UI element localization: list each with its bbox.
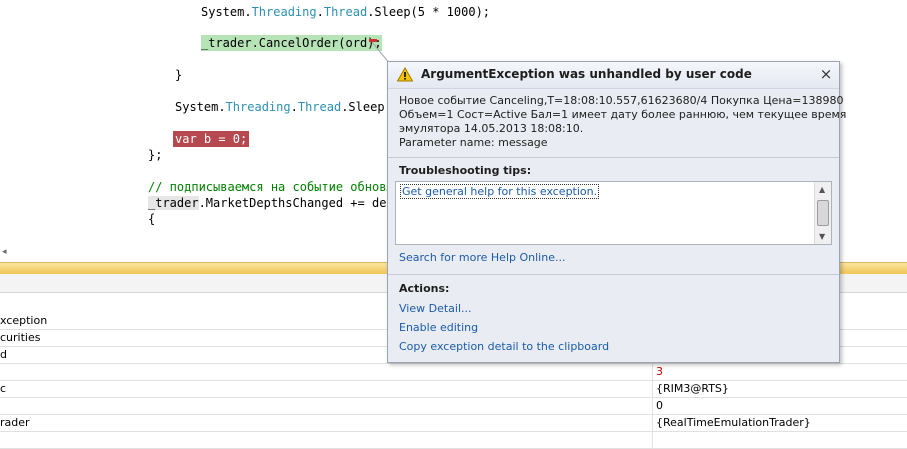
locals-row-value: {RealTimeEmulationTrader}: [656, 416, 811, 429]
scrollbar-thumb[interactable]: [817, 200, 829, 226]
column-separator: [652, 414, 653, 431]
view-detail-link[interactable]: View Detail...: [399, 302, 472, 315]
locals-row[interactable]: rader {RealTimeEmulationTrader}: [0, 414, 907, 432]
code-line-sleep-5000: System.Threading.Thread.Sleep(5 * 1000);: [201, 5, 491, 19]
exception-assistant-dialog: ArgumentException was unhandled by user …: [387, 61, 847, 363]
locals-row[interactable]: [0, 431, 907, 449]
troubleshooting-title: Troubleshooting tips:: [399, 164, 532, 177]
code-line-comment: // подписываемся на событие обновле: [148, 180, 401, 194]
locals-row-value: {RIM3@RTS}: [656, 382, 729, 395]
locals-row-name: c: [0, 382, 7, 395]
exception-message: Новое событие Canceling,T=18:08:10.557,6…: [399, 94, 847, 150]
horizontal-scroll-left-icon[interactable]: ◂: [2, 247, 7, 257]
divider: [388, 274, 839, 275]
actions-title: Actions:: [399, 282, 450, 295]
locals-row-value: 0: [656, 399, 663, 412]
locals-row[interactable]: c {RIM3@RTS}: [0, 380, 907, 398]
column-separator: [652, 431, 653, 448]
locals-row[interactable]: 3: [0, 363, 907, 381]
message-line: Parameter name: message: [399, 136, 548, 149]
code-line-open-brace: {: [148, 212, 156, 226]
code-line-market-depths: _trader.MarketDepthsChanged += dept: [148, 196, 401, 210]
close-button[interactable]: ×: [818, 65, 834, 83]
locals-row[interactable]: 0: [0, 397, 907, 415]
scroll-down-icon[interactable]: ▼: [819, 232, 825, 241]
locals-row-value: 3: [656, 365, 663, 378]
message-line: эмулятора 14.05.2013 18:08:10.: [399, 122, 584, 135]
exception-title-bar: ArgumentException was unhandled by user …: [388, 62, 839, 89]
message-line: Новое событие Canceling,T=18:08:10.557,6…: [399, 94, 844, 107]
warning-icon: [397, 67, 413, 82]
scroll-up-icon[interactable]: ▲: [819, 185, 825, 194]
locals-row-name: d: [0, 348, 7, 361]
code-line-sleep: System.Threading.Thread.Sleep(1: [175, 100, 399, 114]
code-line-close-brace-semicolon: };: [148, 148, 163, 162]
copy-exception-detail-link[interactable]: Copy exception detail to the clipboard: [399, 340, 609, 353]
locals-row-name: rader: [0, 416, 30, 429]
locals-row-name: xception: [0, 314, 48, 327]
divider: [388, 157, 839, 158]
exception-title: ArgumentException was unhandled by user …: [421, 67, 752, 81]
code-line-var-b: var b = 0;: [173, 131, 250, 147]
code-line-cancel-order: _trader.CancelOrder(ord);: [201, 35, 382, 51]
tips-scrollbar[interactable]: ▲ ▼: [814, 182, 831, 244]
column-separator: [652, 397, 653, 414]
message-line: Объем=1 Сост=Active Бал=1 имеет дату бол…: [399, 108, 847, 121]
troubleshooting-tips-list[interactable]: Get general help for this exception. ▲ ▼: [395, 181, 832, 245]
search-help-online-link[interactable]: Search for more Help Online...: [399, 251, 565, 264]
column-separator: [652, 380, 653, 397]
locals-row-name: curities: [0, 331, 41, 344]
code-line-close-brace: }: [175, 68, 183, 82]
column-separator: [652, 363, 653, 380]
general-help-link[interactable]: Get general help for this exception.: [400, 184, 600, 199]
enable-editing-link[interactable]: Enable editing: [399, 321, 478, 334]
